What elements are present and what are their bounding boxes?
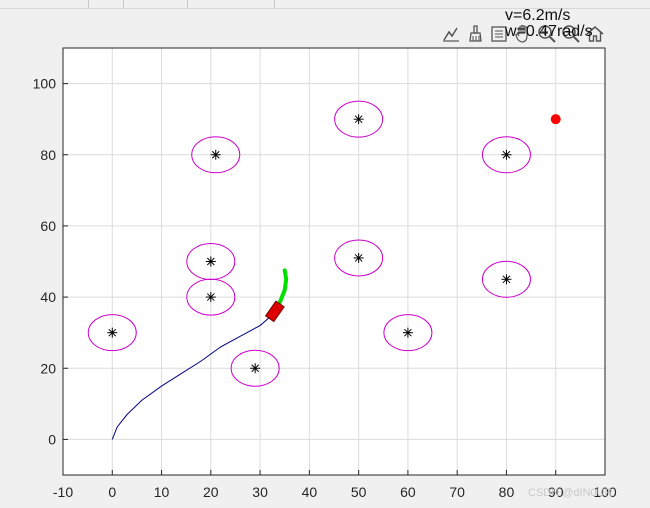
- x-tick-label: -10: [53, 484, 73, 500]
- x-tick-label: 10: [154, 484, 170, 500]
- figure-canvas[interactable]: -10 0 10 20 30 40 50 60 70 80 90 100020406080100: [0, 0, 650, 508]
- axes-background[interactable]: [63, 48, 605, 475]
- y-tick-label: 40: [40, 289, 56, 305]
- y-tick-label: 100: [33, 76, 57, 92]
- watermark-text: CSDN @dIN0UR: [528, 487, 613, 499]
- y-tick-label: 20: [40, 360, 56, 376]
- y-tick-label: 80: [40, 147, 56, 163]
- y-tick-label: 60: [40, 218, 56, 234]
- x-tick-label: 50: [351, 484, 367, 500]
- x-tick-label: 80: [499, 484, 515, 500]
- x-tick-label: 60: [400, 484, 416, 500]
- data-tips-icon[interactable]: [440, 22, 462, 46]
- y-tick-label: 0: [48, 431, 56, 447]
- goal-point: [550, 114, 561, 125]
- x-tick-label: 20: [203, 484, 219, 500]
- velocity-readout: v=6.2m/s w=0.47rad/s: [505, 8, 593, 40]
- x-tick-label: 70: [449, 484, 465, 500]
- brush-icon[interactable]: [464, 22, 486, 46]
- x-tick-label: 30: [252, 484, 268, 500]
- x-tick-label: 40: [302, 484, 318, 500]
- linear-velocity-text: v=6.2m/s: [505, 7, 571, 24]
- x-tick-label: 0: [108, 484, 116, 500]
- angular-velocity-text: w=0.47rad/s: [505, 23, 593, 40]
